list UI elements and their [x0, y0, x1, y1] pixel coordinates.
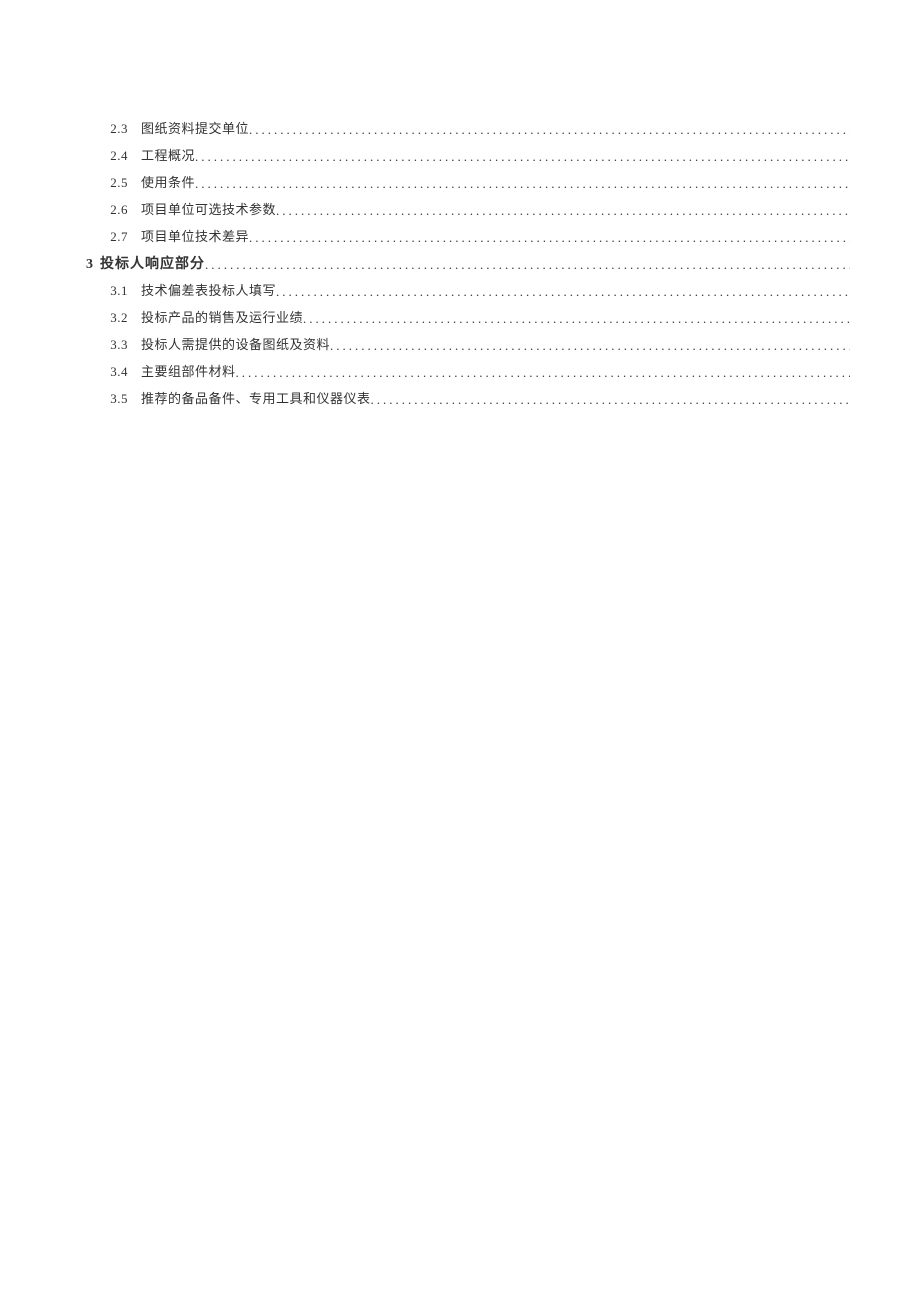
toc-number: 3.3	[86, 337, 141, 353]
toc-title: 主要组部件材料	[141, 361, 236, 380]
toc-entry: 3.5 推荐的备品备件、专用工具和仪器仪表	[86, 388, 850, 415]
toc-leader-dots	[276, 203, 850, 219]
toc-leader-dots	[371, 392, 850, 408]
toc-entry: 3.2 投标产品的销售及运行业绩	[86, 307, 850, 334]
toc-entry: 2.3 图纸资料提交单位	[86, 118, 850, 145]
toc-title: 项目单位技术差异	[141, 226, 249, 245]
toc-leader-dots	[205, 257, 850, 273]
toc-leader-dots	[236, 365, 850, 381]
toc-number: 3	[86, 257, 100, 273]
toc-entry: 2.4 工程概况	[86, 145, 850, 172]
toc-number: 3.2	[86, 310, 141, 326]
toc-entry: 2.5 使用条件	[86, 172, 850, 199]
toc-entry: 2.7 项目单位技术差异	[86, 226, 850, 253]
table-of-contents: 2.3 图纸资料提交单位 2.4 工程概况 2.5 使用条件 2.6 项目单位可…	[86, 118, 850, 415]
toc-number: 2.6	[86, 202, 141, 218]
toc-entry: 3.3 投标人需提供的设备图纸及资料	[86, 334, 850, 361]
toc-entry: 3.4 主要组部件材料	[86, 361, 850, 388]
toc-title: 推荐的备品备件、专用工具和仪器仪表	[141, 388, 371, 407]
toc-title: 图纸资料提交单位	[141, 118, 249, 137]
toc-leader-dots	[330, 338, 850, 354]
toc-leader-dots	[276, 284, 850, 300]
toc-entry-section: 3 投标人响应部分	[86, 253, 850, 280]
toc-entry: 2.6 项目单位可选技术参数	[86, 199, 850, 226]
toc-title: 使用条件	[141, 172, 195, 191]
toc-number: 2.3	[86, 121, 141, 137]
toc-number: 3.5	[86, 391, 141, 407]
toc-number: 3.1	[86, 283, 141, 299]
toc-leader-dots	[249, 230, 850, 246]
toc-number: 2.5	[86, 175, 141, 191]
toc-leader-dots	[195, 149, 850, 165]
toc-title: 投标人响应部分	[100, 253, 205, 273]
toc-number: 3.4	[86, 364, 141, 380]
toc-title: 项目单位可选技术参数	[141, 199, 276, 218]
toc-number: 2.7	[86, 229, 141, 245]
toc-leader-dots	[303, 311, 850, 327]
toc-entry: 3.1 技术偏差表投标人填写	[86, 280, 850, 307]
toc-leader-dots	[249, 122, 850, 138]
toc-title: 投标人需提供的设备图纸及资料	[141, 334, 330, 353]
toc-title: 技术偏差表投标人填写	[141, 280, 276, 299]
toc-number: 2.4	[86, 148, 141, 164]
toc-leader-dots	[195, 176, 850, 192]
toc-title: 工程概况	[141, 145, 195, 164]
toc-title: 投标产品的销售及运行业绩	[141, 307, 303, 326]
